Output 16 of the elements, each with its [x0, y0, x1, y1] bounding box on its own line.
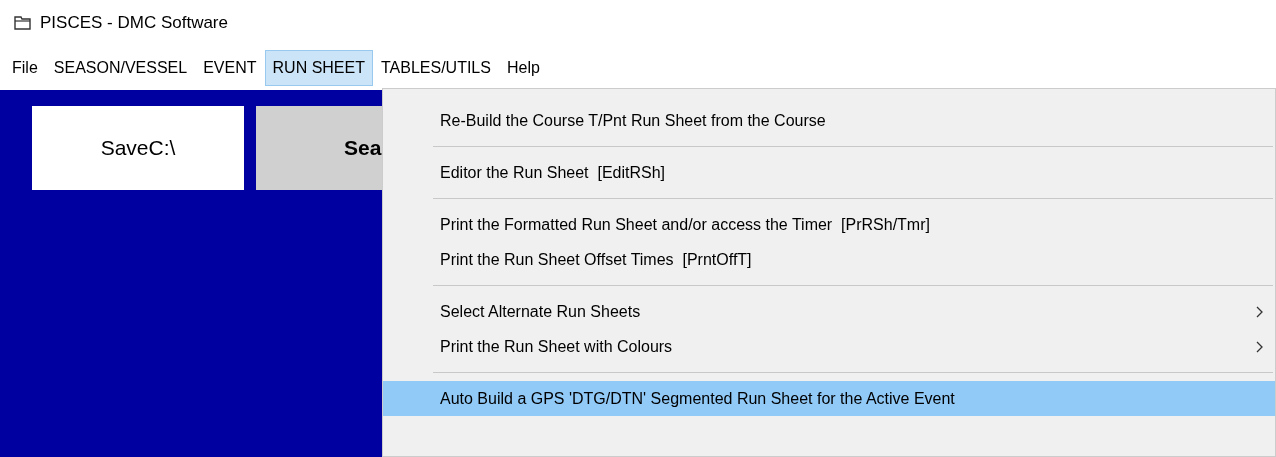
chevron-icon: [1255, 305, 1263, 318]
menu-item[interactable]: RUN SHEET: [264, 50, 373, 86]
dropdown-item[interactable]: Print the Formatted Run Sheet and/or access the Timer [PrRSh/Tmr]: [383, 207, 1275, 242]
window-title: PISCES - DMC Software: [40, 12, 228, 35]
app-icon: [14, 15, 32, 31]
dropdown-item[interactable]: Print the Run Sheet Offset Times [PrntOffT]: [383, 242, 1275, 277]
dropdown-item[interactable]: Select Alternate Run Sheets: [383, 294, 1275, 329]
dropdown-item[interactable]: Auto Build a GPS 'DTG/DTN' Segmented Run Sheet for the Active Event: [383, 381, 1275, 416]
menu-item[interactable]: File: [4, 50, 46, 86]
menu-item[interactable]: SEASON/VESSEL: [45, 50, 196, 86]
save-button[interactable]: SaveC:\: [32, 106, 244, 190]
menu-item[interactable]: TABLES/UTILS: [372, 50, 499, 86]
dropdown-item[interactable]: Print the Run Sheet with Colours: [383, 329, 1275, 364]
chevron-icon: [1255, 340, 1263, 353]
menu-item[interactable]: EVENT: [195, 50, 265, 86]
menu-item[interactable]: Help: [498, 50, 548, 86]
